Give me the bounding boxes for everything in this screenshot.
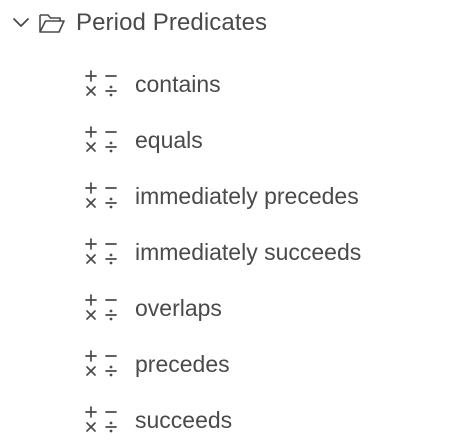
operators-icon (85, 344, 125, 384)
item-label: succeeds (135, 406, 233, 433)
operators-icon (85, 176, 125, 216)
item-label: equals (135, 126, 203, 153)
tree-item-overlaps[interactable]: overlaps (85, 280, 460, 336)
operators-icon (85, 120, 125, 160)
folder-open-icon (38, 12, 66, 34)
item-label: contains (135, 70, 221, 97)
operators-icon (85, 232, 125, 272)
tree-item-immediately-precedes[interactable]: immediately precedes (85, 168, 460, 224)
tree-item-immediately-succeeds[interactable]: immediately succeeds (85, 224, 460, 280)
operators-icon (85, 288, 125, 328)
tree-item-equals[interactable]: equals (85, 112, 460, 168)
item-label: immediately precedes (135, 182, 359, 209)
item-label: immediately succeeds (135, 238, 362, 265)
operators-icon (85, 64, 125, 104)
folder-children: contains equals immediately precedes imm… (85, 56, 460, 448)
folder-label: Period Predicates (76, 9, 268, 36)
item-label: overlaps (135, 294, 222, 321)
chevron-down-icon[interactable] (10, 12, 32, 34)
tree-item-succeeds[interactable]: succeeds (85, 392, 460, 448)
operators-icon (85, 400, 125, 440)
tree-folder-period-predicates[interactable]: Period Predicates (10, 0, 267, 46)
item-label: precedes (135, 350, 230, 377)
function-tree: Period Predicates contains equals immedi… (0, 0, 464, 437)
tree-item-precedes[interactable]: precedes (85, 336, 460, 392)
tree-item-contains[interactable]: contains (85, 56, 460, 112)
